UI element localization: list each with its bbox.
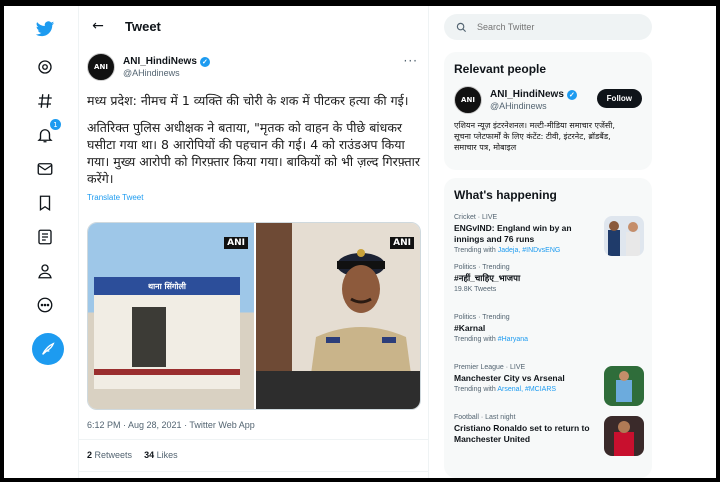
trend-category: Politics · Trending xyxy=(454,264,510,271)
relevant-avatar[interactable]: ANI xyxy=(454,86,482,114)
tweet-body: मध्य प्रदेश: नीमच में 1 व्यक्ति की चोरी … xyxy=(79,88,428,187)
tweet-header: ← Tweet xyxy=(79,6,428,46)
trend-links[interactable]: Jadeja, #INDvsENG xyxy=(498,247,561,254)
divider xyxy=(79,439,428,440)
trend-item[interactable]: Politics · Trending #नहीं_चाहिए_भाजपा 19… xyxy=(444,258,652,308)
main-column: ← Tweet ANI ANI_HindiNews ✓ @AHindinews … xyxy=(78,6,429,478)
left-nav: 1 xyxy=(4,6,78,478)
search-input[interactable] xyxy=(477,22,627,32)
verified-badge-icon: ✓ xyxy=(566,89,577,100)
whats-happening-title: What's happening xyxy=(454,188,557,202)
twitter-window: 1 ← Tweet ANI ANI_HindiNews ✓ @AHindinew… xyxy=(4,6,716,478)
verified-badge-icon: ✓ xyxy=(199,56,210,67)
hashtag-icon[interactable] xyxy=(34,90,56,112)
relevant-person[interactable]: ANI ANI_HindiNews ✓ @AHindinews Follow ए… xyxy=(444,82,652,157)
notification-badge: 1 xyxy=(50,119,61,130)
trend-item[interactable]: Premier League · LIVE Manchester City vs… xyxy=(444,358,652,408)
explore-icon[interactable] xyxy=(34,56,56,78)
police-officer-photo[interactable]: ANI xyxy=(256,223,420,409)
relevant-people-title: Relevant people xyxy=(454,62,547,76)
author-handle[interactable]: @AHindinews xyxy=(123,68,210,78)
author-name[interactable]: ANI_HindiNews xyxy=(123,56,197,67)
station-door xyxy=(132,307,166,367)
trend-title: Manchester City vs Arsenal xyxy=(454,373,565,383)
trend-item[interactable]: Politics · Trending #Karnal Trending wit… xyxy=(444,308,652,358)
relevant-people-card: Relevant people ANI ANI_HindiNews ✓ @AHi… xyxy=(444,52,652,170)
station-railing xyxy=(94,369,240,375)
twitter-logo-icon[interactable] xyxy=(34,18,56,40)
police-station-photo[interactable]: ANI थाना सिंगोली xyxy=(88,223,256,409)
tweet-stats: 2 Retweets 34 Likes xyxy=(87,450,178,460)
press-microphones xyxy=(256,371,420,409)
tweet-paragraph-2: अतिरिक्त पुलिस अधीक्षक ने बताया, "मृतक क… xyxy=(87,120,420,186)
ronaldo-photo-thumbnail xyxy=(604,416,644,456)
trend-links[interactable]: Arsenal, #MCIARS xyxy=(497,386,556,393)
lists-icon[interactable] xyxy=(34,226,56,248)
station-sign: थाना सिंगोली xyxy=(94,277,240,295)
relevant-handle[interactable]: @AHindinews xyxy=(490,101,577,111)
compose-feather-icon xyxy=(42,342,55,355)
retweets-stat[interactable]: 2 Retweets xyxy=(87,450,132,460)
trend-title: Cristiano Ronaldo set to return to Manch… xyxy=(454,423,590,444)
page-title: Tweet xyxy=(125,18,161,34)
tweet-author: ANI ANI_HindiNews ✓ @AHindinews ··· xyxy=(79,46,428,88)
trend-tweet-count: 19.8K Tweets xyxy=(454,286,497,293)
search-box[interactable] xyxy=(444,14,652,40)
tweet-timestamp[interactable]: 6:12 PM · Aug 28, 2021 · Twitter Web App xyxy=(87,420,255,430)
back-arrow-icon[interactable]: ← xyxy=(89,17,107,35)
divider xyxy=(79,471,428,472)
police-station-building: थाना सिंगोली xyxy=(94,277,240,389)
tweet-paragraph-1: मध्य प्रदेश: नीमच में 1 व्यक्ति की चोरी … xyxy=(87,93,409,108)
more-options-icon[interactable]: ··· xyxy=(404,54,418,68)
bookmarks-icon[interactable] xyxy=(34,192,56,214)
compose-tweet-button[interactable] xyxy=(32,333,64,365)
relevant-bio: एशियन न्यूज़ इंटरनेशनल। मल्टी-मीडिया समा… xyxy=(454,121,615,152)
cricket-photo-thumbnail xyxy=(604,216,644,256)
trend-category: Politics · Trending xyxy=(454,314,510,321)
relevant-name[interactable]: ANI_HindiNews xyxy=(490,89,564,100)
notifications-icon[interactable]: 1 xyxy=(34,119,61,146)
trend-sub: Trending with #Haryana xyxy=(454,336,529,343)
trend-links[interactable]: #Haryana xyxy=(498,336,528,343)
translate-tweet-link[interactable]: Translate Tweet xyxy=(79,193,428,202)
likes-stat[interactable]: 34 Likes xyxy=(144,450,178,460)
follow-button[interactable]: Follow xyxy=(596,89,642,108)
tweet-media[interactable]: ANI थाना सिंगोली ANI xyxy=(87,222,421,410)
whats-happening-card: What's happening Cricket · LIVE ENGvIND:… xyxy=(444,178,652,478)
trend-title: #नहीं_चाहिए_भाजपा xyxy=(454,273,521,283)
trend-item[interactable]: Cricket · LIVE ENGvIND: England win by a… xyxy=(444,208,652,258)
trend-item[interactable]: Football · Last night Cristiano Ronaldo … xyxy=(444,408,652,458)
right-sidebar: Relevant people ANI ANI_HindiNews ✓ @AHi… xyxy=(444,6,654,478)
ani-watermark: ANI xyxy=(224,237,248,249)
messages-icon[interactable] xyxy=(34,158,56,180)
football-photo-thumbnail xyxy=(604,366,644,406)
profile-icon[interactable] xyxy=(34,260,56,282)
trend-title: #Karnal xyxy=(454,323,486,333)
trend-title: ENGvIND: England win by an innings and 7… xyxy=(454,223,572,244)
more-icon[interactable] xyxy=(34,294,56,316)
search-icon xyxy=(456,22,467,32)
avatar[interactable]: ANI xyxy=(87,53,115,81)
